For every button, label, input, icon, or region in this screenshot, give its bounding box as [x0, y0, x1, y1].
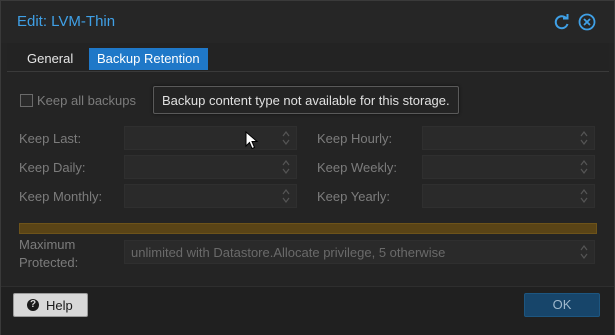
- spinner-arrows-icon[interactable]: [580, 130, 588, 146]
- spinner-arrows-icon[interactable]: [580, 244, 588, 260]
- question-circle-icon: ?: [27, 299, 39, 311]
- dialog-footer: ? Help OK: [1, 286, 614, 335]
- max-protected-label-line1: Maximum: [19, 237, 76, 252]
- max-protected-label-line2: Protected:: [19, 255, 79, 270]
- dialog-titlebar[interactable]: Edit: LVM-Thin: [1, 1, 614, 43]
- keep-all-backups-label: Keep all backups: [37, 93, 137, 108]
- spinner-arrows-icon[interactable]: [580, 159, 588, 175]
- max-protected-placeholder: unlimited with Datastore.Allocate privil…: [131, 245, 446, 260]
- keep-daily-spinner[interactable]: [124, 155, 297, 179]
- tooltip: Backup content type not available for th…: [153, 86, 459, 114]
- keep-last-label: Keep Last:: [19, 131, 82, 146]
- keep-last-spinner[interactable]: [124, 126, 297, 150]
- help-button[interactable]: ? Help: [13, 293, 88, 317]
- reset-icon[interactable]: [552, 12, 572, 32]
- close-icon[interactable]: [577, 12, 597, 32]
- tab-backup-retention[interactable]: Backup Retention: [89, 48, 208, 70]
- spinner-arrows-icon[interactable]: [282, 159, 290, 175]
- keep-yearly-label: Keep Yearly:: [317, 189, 391, 204]
- tab-general[interactable]: General: [19, 48, 81, 70]
- keep-weekly-label: Keep Weekly:: [317, 160, 397, 175]
- dialog-title: Edit: LVM-Thin: [17, 13, 116, 30]
- max-protected-spinner[interactable]: unlimited with Datastore.Allocate privil…: [124, 240, 595, 264]
- keep-monthly-spinner[interactable]: [124, 184, 297, 208]
- backup-retention-panel: Keep all backups Backup content type not…: [7, 73, 609, 283]
- keep-weekly-spinner[interactable]: [422, 155, 595, 179]
- ok-button[interactable]: OK: [524, 293, 600, 317]
- spinner-arrows-icon[interactable]: [580, 188, 588, 204]
- keep-monthly-label: Keep Monthly:: [19, 189, 103, 204]
- keep-all-backups-checkbox[interactable]: [20, 94, 33, 107]
- spinner-arrows-icon[interactable]: [282, 188, 290, 204]
- edit-storage-dialog: Edit: LVM-Thin General Backup Retention …: [0, 0, 615, 335]
- spinner-arrows-icon[interactable]: [282, 130, 290, 146]
- keep-hourly-spinner[interactable]: [422, 126, 595, 150]
- mouse-cursor-icon: [245, 131, 259, 150]
- tab-bar: General Backup Retention: [7, 43, 609, 72]
- help-button-label: Help: [46, 298, 73, 313]
- keep-yearly-spinner[interactable]: [422, 184, 595, 208]
- keep-hourly-label: Keep Hourly:: [317, 131, 393, 146]
- retention-warning-bar: [19, 223, 597, 234]
- keep-daily-label: Keep Daily:: [19, 160, 86, 175]
